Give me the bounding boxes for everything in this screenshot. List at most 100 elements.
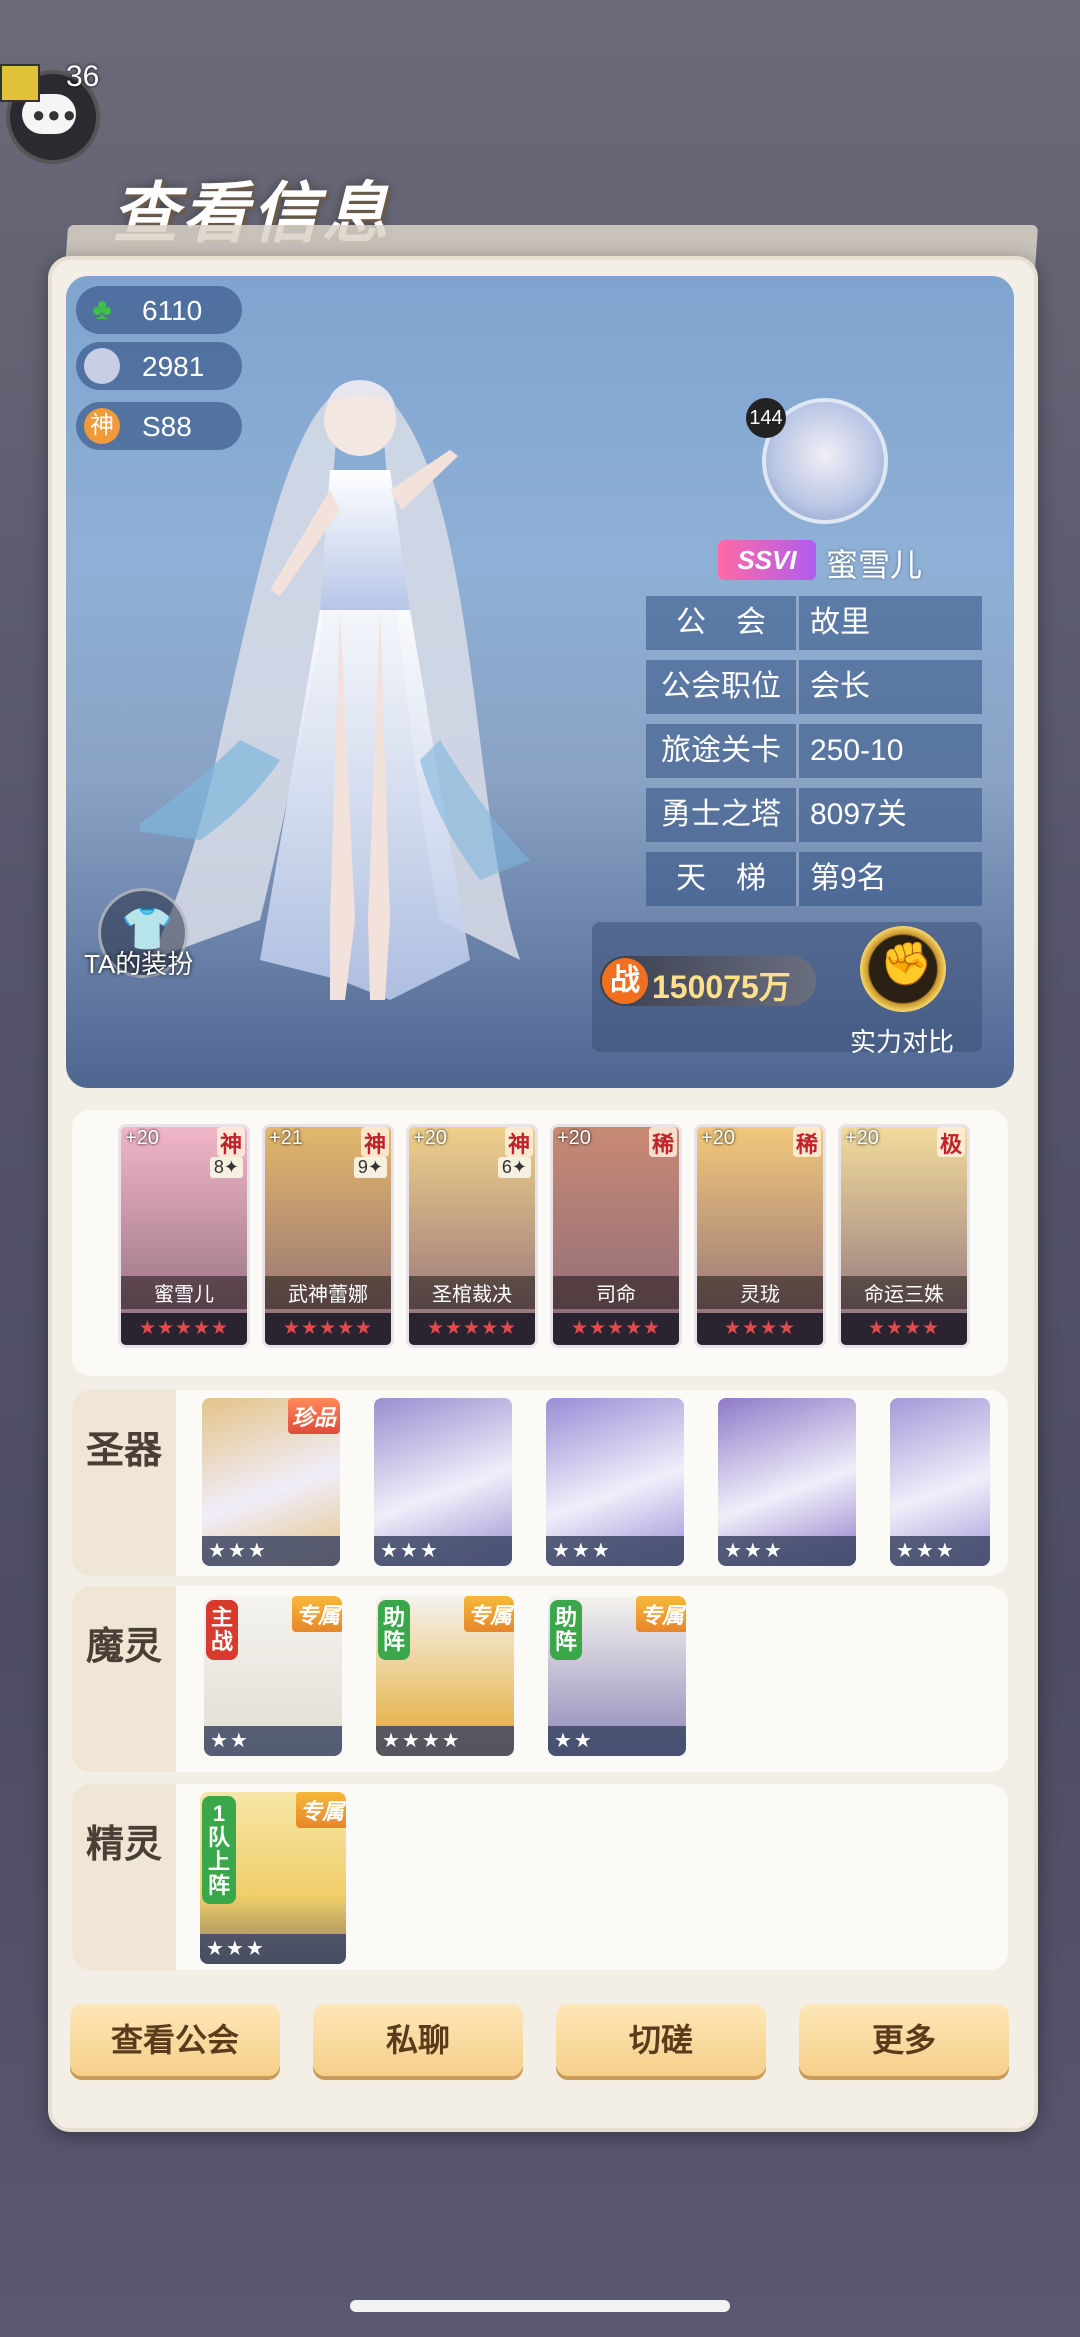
artifact-stars: ★★★ <box>718 1536 856 1566</box>
artifact-item[interactable]: 珍品 ★★★ <box>202 1398 340 1566</box>
info-row-tower: 勇士之塔 8097关 <box>646 788 982 842</box>
info-value: 第9名 <box>810 862 887 895</box>
hero-level: +20 <box>413 1127 447 1149</box>
demon-exclusive-badge: 专属 <box>635 1596 686 1632</box>
hero-stars: ★★★★★ <box>265 1313 391 1345</box>
spirits-label: 精灵 <box>72 1784 176 1970</box>
stat-value: S88 <box>142 411 192 442</box>
hero-card[interactable]: +20 神 6✦ 圣棺裁决 ★★★★★ <box>406 1124 538 1348</box>
compare-label[interactable]: 实力对比 <box>850 1022 954 1059</box>
artifact-item[interactable]: ★★★ <box>718 1398 856 1566</box>
hero-awaken-count: 6✦ <box>497 1157 531 1178</box>
artifact-stars: ★★★ <box>202 1536 340 1566</box>
artifact-stars: ★★★ <box>546 1536 684 1566</box>
demon-role-badge: 主战 <box>206 1600 238 1660</box>
hero-rarity-tag: 神 <box>505 1127 533 1157</box>
duel-button[interactable]: 切磋 <box>556 2004 766 2076</box>
demon-stars: ★★ <box>548 1726 686 1756</box>
info-value: 会长 <box>810 670 870 703</box>
stat-value: 6110 <box>142 295 203 326</box>
hero-level: +20 <box>701 1127 735 1149</box>
more-button[interactable]: 更多 <box>799 2004 1009 2076</box>
hero-rarity-tag: 稀 <box>793 1127 821 1157</box>
spirit-item[interactable]: 1队上阵 专属 ★★★ <box>200 1792 346 1964</box>
hero-stars: ★★★★★ <box>121 1313 247 1345</box>
view-guild-button[interactable]: 查看公会 <box>70 2004 280 2076</box>
info-value: 250-10 <box>810 734 904 767</box>
hero-rarity-tag: 稀 <box>649 1127 677 1157</box>
demon-item[interactable]: 助阵 专属 ★★ <box>548 1596 686 1756</box>
stat-clover: ♣ 6110 <box>76 286 242 334</box>
hero-level: +20 <box>845 1127 879 1149</box>
info-key: 公会职位 <box>646 660 799 714</box>
crown-icon <box>84 348 120 384</box>
info-value: 8097关 <box>810 798 907 831</box>
demon-role-badge: 助阵 <box>378 1600 410 1660</box>
info-key: 旅途关卡 <box>646 724 799 778</box>
hero-card[interactable]: +20 极命运三姝 ★★★★ <box>838 1124 970 1348</box>
artifact-item[interactable]: ★★★ <box>890 1398 990 1566</box>
god-icon: 神 <box>84 408 120 444</box>
hero-card[interactable]: +20 稀灵珑 ★★★★ <box>694 1124 826 1348</box>
home-indicator <box>350 2300 730 2312</box>
info-key: 勇士之塔 <box>646 788 799 842</box>
info-key: 公 会 <box>646 596 799 650</box>
hero-stars: ★★★★★ <box>553 1313 679 1345</box>
vip-badge: SSVI <box>718 540 816 580</box>
hero-name: 蜜雪儿 <box>121 1276 247 1309</box>
demon-item[interactable]: 主战 专属 ★★ <box>204 1596 342 1756</box>
hero-name: 司命 <box>553 1276 679 1309</box>
info-value: 故里 <box>810 606 870 639</box>
info-row-stage: 旅途关卡 250-10 <box>646 724 982 778</box>
artifacts-label: 圣器 <box>72 1390 176 1576</box>
stat-value: 2981 <box>142 351 205 382</box>
hero-stars: ★★★★ <box>841 1313 967 1345</box>
artifact-item[interactable]: ★★★ <box>546 1398 684 1566</box>
power-icon: 战 <box>602 958 648 1004</box>
demons-label: 魔灵 <box>72 1586 176 1772</box>
hero-card[interactable]: +21 神 9✦ 武神蕾娜 ★★★★★ <box>262 1124 394 1348</box>
spirit-team-badge: 1队上阵 <box>202 1796 236 1904</box>
hero-awaken-count: 8✦ <box>209 1157 243 1178</box>
info-row-ladder: 天 梯 第9名 <box>646 852 982 906</box>
hero-rarity-tag: 神 <box>361 1127 389 1157</box>
info-key: 天 梯 <box>646 852 799 906</box>
info-row-guild: 公 会 故里 <box>646 596 982 650</box>
demon-item[interactable]: 助阵 专属 ★★★★ <box>376 1596 514 1756</box>
hero-name: 武神蕾娜 <box>265 1276 391 1309</box>
rank-badge-icon <box>0 64 40 102</box>
hero-name: 灵珑 <box>697 1276 823 1309</box>
clover-icon: ♣ <box>92 293 112 326</box>
artifact-stars: ★★★ <box>374 1536 512 1566</box>
chat-dots: ●●● <box>32 102 78 127</box>
hero-awaken-count: 9✦ <box>353 1157 387 1178</box>
hero-stars: ★★★★★ <box>409 1313 535 1345</box>
hero-card[interactable]: +20 稀司命 ★★★★★ <box>550 1124 682 1348</box>
hero-name: 命运三姝 <box>841 1276 967 1309</box>
stat-crown: 2981 <box>76 342 242 390</box>
hero-level: +21 <box>269 1127 303 1149</box>
hero-name: 圣棺裁决 <box>409 1276 535 1309</box>
stat-god: 神 S88 <box>76 402 242 450</box>
chat-count: 36 <box>66 60 100 93</box>
demon-exclusive-badge: 专属 <box>291 1596 342 1632</box>
hero-level: +20 <box>557 1127 591 1149</box>
spirit-stars: ★★★ <box>200 1934 346 1964</box>
demon-role-badge: 助阵 <box>550 1600 582 1660</box>
hero-level: +20 <box>125 1127 159 1149</box>
player-level: 144 <box>746 398 786 438</box>
demon-stars: ★★★★ <box>376 1726 514 1756</box>
character-illustration <box>140 380 530 1000</box>
outfit-label[interactable]: TA的装扮 <box>84 944 193 981</box>
artifact-item[interactable]: ★★★ <box>374 1398 512 1566</box>
player-name: 蜜雪儿 <box>826 547 923 583</box>
hero-stars: ★★★★ <box>697 1313 823 1345</box>
hero-card[interactable]: +20 神 8✦ 蜜雪儿 ★★★★★ <box>118 1124 250 1348</box>
demon-exclusive-badge: 专属 <box>463 1596 514 1632</box>
artifact-rarity-badge: 珍品 <box>287 1398 340 1434</box>
private-chat-button[interactable]: 私聊 <box>313 2004 523 2076</box>
power-value: 150075万 <box>652 969 791 1005</box>
hero-rarity-tag: 极 <box>937 1127 965 1157</box>
info-row-guild-position: 公会职位 会长 <box>646 660 982 714</box>
compare-button[interactable]: ✊ <box>860 926 946 1012</box>
